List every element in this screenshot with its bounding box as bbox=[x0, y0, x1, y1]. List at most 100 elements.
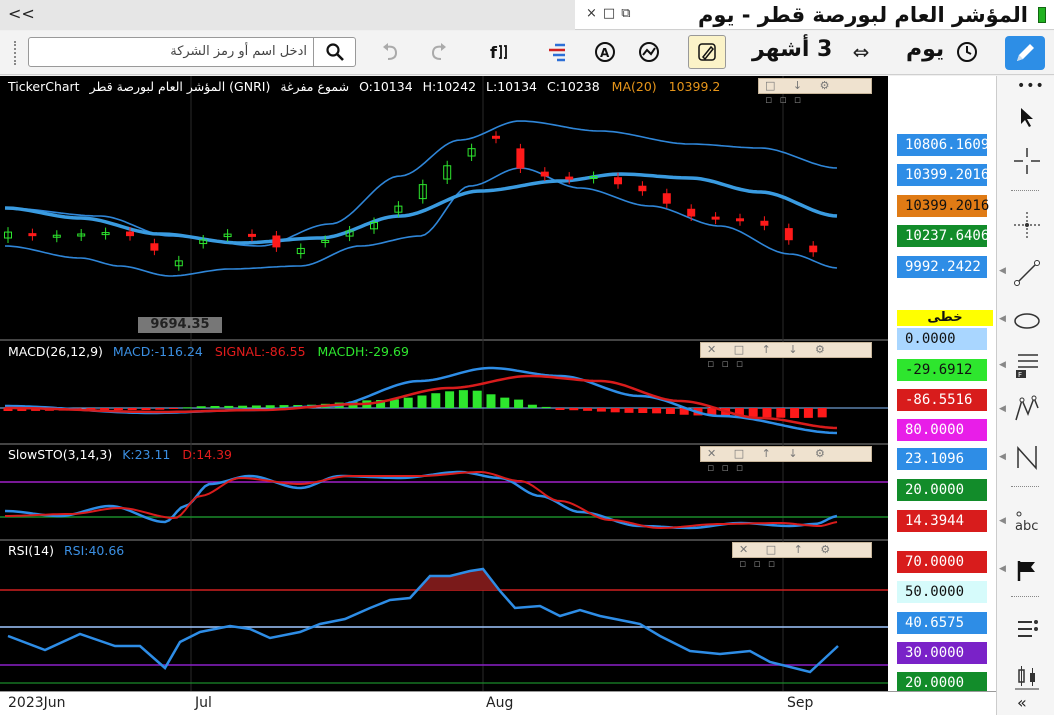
interval-button[interactable] bbox=[954, 39, 980, 65]
draw-button[interactable] bbox=[1005, 36, 1045, 70]
text-abc-icon[interactable]: abc bbox=[1007, 504, 1047, 538]
chart-area[interactable]: TickerChart المؤشر العام لبورصة قطر (GNR… bbox=[0, 76, 888, 691]
restore-window-button[interactable]: ⧉ bbox=[621, 6, 636, 21]
status-indicator bbox=[1038, 7, 1046, 23]
open-value: O:10134 bbox=[359, 79, 413, 94]
svg-text:F: F bbox=[1018, 371, 1022, 379]
macd-value: MACD:-116.24 bbox=[112, 344, 203, 359]
macdh-value: MACDH:-29.69 bbox=[317, 344, 409, 359]
rsi-line bbox=[7, 567, 839, 674]
auto-scale-icon: A bbox=[595, 42, 615, 62]
zigzag-icon[interactable] bbox=[1007, 440, 1047, 474]
value-axis[interactable]: 10806.1609 10399.2016 10399.2016 10237.6… bbox=[888, 76, 996, 694]
chart-canvas[interactable] bbox=[0, 76, 888, 691]
drawing-mode-button[interactable] bbox=[688, 35, 726, 69]
symbol-label: المؤشر العام لبورصة قطر (GNRI) bbox=[89, 79, 271, 94]
toolbar-divider bbox=[1011, 486, 1039, 487]
compare-bars-icon bbox=[549, 43, 565, 62]
cross-dotted-icon[interactable] bbox=[1007, 208, 1047, 242]
x-label-jul: Jul bbox=[195, 695, 212, 711]
rsi-value-tag: 40.6575 bbox=[897, 612, 987, 634]
clock-icon bbox=[957, 42, 977, 62]
chart-type-button[interactable] bbox=[636, 39, 662, 65]
price-tag-ma: 10399.2016 bbox=[897, 195, 989, 217]
sto-d-tag: 14.3944 bbox=[897, 510, 987, 532]
rsi-title: RSI(14) bbox=[8, 543, 54, 558]
rsi-panel-controls[interactable]: ✕ □ ↑ ⚙ ▫▫▫ bbox=[732, 542, 872, 570]
interval-label[interactable]: يوم bbox=[906, 37, 944, 62]
close-window-button[interactable]: × bbox=[586, 6, 603, 21]
sto-panel-header: SlowSTO(3,14,3) K:23.11 D:14.39 bbox=[8, 447, 232, 462]
symbol-search-box[interactable]: ادخل اسم أو رمز الشركة bbox=[28, 37, 356, 67]
macd-histogram-bar bbox=[555, 408, 565, 410]
candle bbox=[272, 235, 281, 248]
compare-button[interactable] bbox=[543, 39, 569, 65]
expand-arrow-icon[interactable]: ◀ bbox=[999, 404, 1006, 414]
macd-panel-header: MACD(26,12,9) MACD:-116.24 SIGNAL:-86.55… bbox=[8, 344, 409, 359]
price-tag-last: 10237.6406 bbox=[889, 225, 989, 247]
expand-arrow-icon[interactable]: ◀ bbox=[999, 452, 1006, 462]
expand-arrow-icon[interactable]: ◀ bbox=[999, 564, 1006, 574]
search-input[interactable]: ادخل اسم أو رمز الشركة bbox=[170, 44, 307, 59]
sto-k-tag: 23.1096 bbox=[897, 448, 987, 470]
ellipse-icon[interactable] bbox=[1007, 304, 1047, 338]
fibonacci-icon[interactable]: F bbox=[1007, 348, 1047, 382]
macd-histogram-bar bbox=[776, 408, 786, 418]
indicators-button[interactable]: f bbox=[486, 39, 512, 65]
candle bbox=[126, 231, 134, 237]
macd-histogram-bar bbox=[486, 394, 496, 408]
candle bbox=[150, 243, 159, 251]
expand-arrow-icon[interactable]: ◀ bbox=[999, 516, 1006, 526]
crosshair-icon[interactable] bbox=[1007, 144, 1047, 178]
candle bbox=[711, 216, 720, 220]
candle bbox=[492, 135, 500, 139]
flag-icon[interactable] bbox=[1007, 554, 1047, 588]
candles-icon[interactable] bbox=[1007, 660, 1047, 694]
auto-scale-button[interactable]: A bbox=[592, 39, 618, 65]
pitchfork-icon[interactable] bbox=[1007, 392, 1047, 426]
window-controls: ×□⧉ bbox=[586, 6, 637, 21]
macd-histogram-bar bbox=[265, 405, 275, 408]
macd-histogram-bar bbox=[445, 391, 455, 408]
candle bbox=[540, 171, 549, 177]
macd-histogram-bar bbox=[224, 405, 234, 408]
time-axis[interactable]: 2023Jun Jul Aug Sep bbox=[0, 691, 996, 715]
price-panel-controls[interactable]: □ ↓ ⚙ ▫▫▫ bbox=[758, 78, 872, 106]
toolbar-divider bbox=[1011, 190, 1039, 191]
undo-icon bbox=[383, 43, 398, 60]
macd-histogram-bar bbox=[596, 408, 606, 412]
expand-arrow-icon[interactable]: ◀ bbox=[999, 360, 1006, 370]
macd-histogram-bar bbox=[803, 408, 813, 418]
trend-line-icon[interactable] bbox=[1007, 256, 1047, 290]
search-button[interactable] bbox=[313, 38, 355, 66]
macd-histogram-bar bbox=[210, 405, 220, 408]
macd-histogram-bar bbox=[610, 408, 620, 413]
price-tag-upper-band: 10806.1609 bbox=[897, 134, 989, 156]
tab-strip bbox=[0, 0, 575, 30]
collapse-panel-button[interactable]: << bbox=[8, 4, 35, 23]
period-label[interactable]: 3 أشهر bbox=[752, 37, 832, 62]
more-dots-icon[interactable]: ••• bbox=[1017, 78, 1045, 94]
macd-histogram-bar bbox=[127, 408, 137, 411]
rsi-30-tag: 30.0000 bbox=[897, 642, 987, 664]
redo-button[interactable] bbox=[425, 39, 451, 65]
macd-histogram-bar bbox=[624, 408, 634, 413]
macd-histogram-bar bbox=[238, 405, 248, 408]
line-tool-tag[interactable]: خطى bbox=[897, 310, 993, 326]
candle bbox=[638, 185, 647, 192]
candle bbox=[614, 177, 622, 185]
indicators-list-icon[interactable] bbox=[1007, 612, 1047, 646]
collapse-toolbar-button[interactable]: « bbox=[1017, 693, 1027, 712]
undo-button[interactable] bbox=[378, 39, 404, 65]
expand-arrow-icon[interactable]: ◀ bbox=[999, 314, 1006, 324]
candle bbox=[687, 208, 696, 217]
maximize-window-button[interactable]: □ bbox=[603, 6, 621, 21]
period-range-button[interactable]: ⇔ bbox=[848, 39, 874, 65]
price-panel-header: TickerChart المؤشر العام لبورصة قطر (GNR… bbox=[8, 79, 720, 94]
toolbar-divider bbox=[1011, 596, 1039, 597]
cursor-arrow-icon[interactable] bbox=[1007, 100, 1047, 134]
macd-panel-controls[interactable]: ✕ □ ↑ ↓ ⚙ ▫▫▫ bbox=[700, 342, 872, 370]
ma-value: 10399.2 bbox=[668, 79, 721, 94]
expand-arrow-icon[interactable]: ◀ bbox=[999, 266, 1006, 276]
sto-panel-controls[interactable]: ✕ □ ↑ ↓ ⚙ ▫▫▫ bbox=[700, 446, 872, 474]
